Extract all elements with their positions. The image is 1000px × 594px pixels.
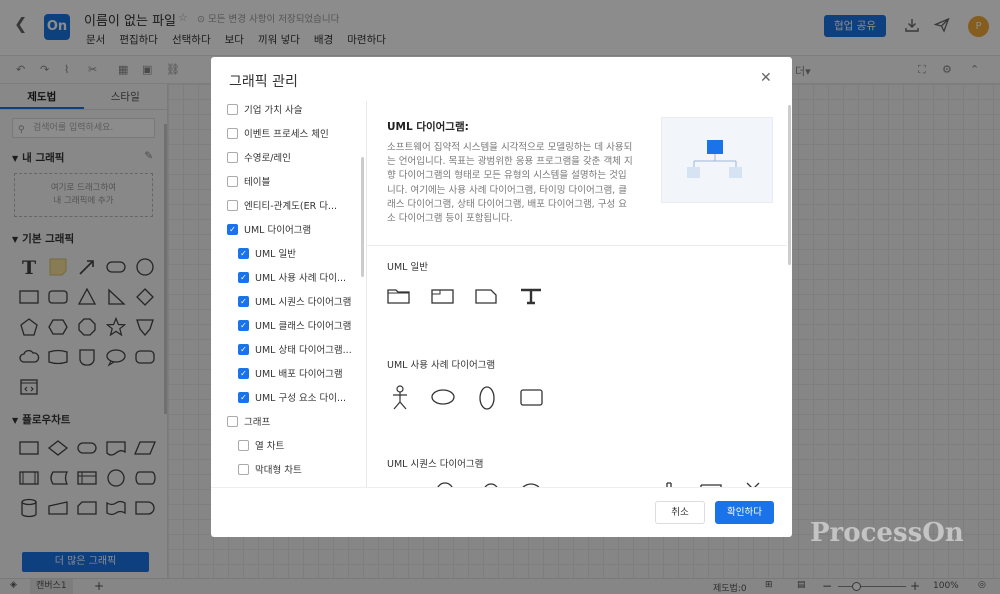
divider [367, 245, 787, 246]
library-subitem[interactable]: ✓ UML 사용 사례 다이... [238, 269, 346, 285]
checkbox[interactable] [238, 463, 249, 475]
library-subitem[interactable]: ✓ UML 클래스 다이어그램 [238, 317, 351, 333]
checkbox-checked[interactable]: ✓ [238, 271, 249, 283]
checkbox-checked[interactable]: ✓ [238, 295, 249, 307]
library-item[interactable]: ✓ UML 다이어그램 [227, 221, 311, 237]
library-item-label: 그래프 [244, 417, 271, 428]
library-description: 소프트웨어 집약적 시스템을 시각적으로 모델링하는 데 사용되는 언어입니다.… [387, 142, 633, 225]
dialog-footer: 취소 확인하다 [211, 487, 792, 537]
checkbox-checked[interactable]: ✓ [238, 247, 249, 259]
library-item-label: UML 구성 요소 다이... [255, 393, 347, 404]
library-item-label: 기업 가치 사슬 [244, 105, 303, 116]
checkbox[interactable] [227, 103, 238, 115]
dialog-title: 그래픽 관리 [229, 74, 298, 90]
text-icon [519, 287, 543, 308]
checkbox[interactable] [227, 151, 238, 163]
library-item-label: 막대형 차트 [255, 465, 302, 476]
library-item[interactable]: 테이블 [227, 173, 270, 189]
library-preview-title: UML 다이어그램: [387, 121, 469, 133]
section-uml-use-case: UML 사용 사례 다이어그램 [387, 360, 496, 371]
library-preview-panel: UML 다이어그램: 소프트웨어 집약적 시스템을 시각적으로 모델링하는 데 … [367, 101, 792, 487]
shape-library-list: 기업 가치 사슬 이벤트 프로세스 체인 수영로/레인 테이블 엔티티-관계도(… [211, 101, 367, 487]
shape-manager-dialog: 그래픽 관리 ✕ 기업 가치 사슬 이벤트 프로세스 체인 수영로/레인 테이블… [211, 57, 792, 537]
checkbox-checked[interactable]: ✓ [238, 367, 249, 379]
cancel-button[interactable]: 취소 [655, 501, 705, 524]
library-item-label: 열 차트 [255, 441, 285, 452]
library-item-label: UML 다이어그램 [244, 225, 312, 236]
library-subitem[interactable]: ✓ UML 일반 [238, 245, 296, 261]
processon-watermark: ProcessOn [810, 518, 964, 548]
uml-package-icon [431, 287, 455, 308]
confirm-button[interactable]: 확인하다 [715, 501, 774, 524]
checkbox[interactable] [227, 415, 238, 427]
library-item-label: 테이블 [244, 177, 271, 188]
checkbox-checked[interactable]: ✓ [227, 223, 238, 235]
checkbox[interactable] [238, 439, 249, 451]
library-item[interactable]: 수영로/레인 [227, 149, 291, 165]
uml-diagram-thumbnail [661, 117, 773, 203]
checkbox[interactable] [227, 127, 238, 139]
library-item[interactable]: 그래프 [227, 413, 270, 429]
checkbox[interactable] [227, 175, 238, 187]
package-icon [387, 287, 411, 308]
library-item-label: UML 클래스 다이어그램 [255, 321, 352, 332]
vertical-ellipse-icon [475, 385, 499, 414]
library-subitem[interactable]: ✓ UML 배포 다이어그램 [238, 365, 343, 381]
library-subitem[interactable]: ✓ UML 구성 요소 다이... [238, 389, 346, 405]
section-uml-sequence: UML 시퀀스 다이어그램 [387, 459, 484, 470]
library-item-label: UML 사용 사례 다이... [255, 273, 347, 284]
library-list-scrollbar[interactable] [361, 157, 364, 277]
library-item-label: 수영로/레인 [244, 153, 291, 164]
preview-scrollbar[interactable] [788, 105, 791, 265]
library-subitem[interactable]: 열 차트 [238, 437, 284, 453]
library-item[interactable]: 엔티티-관계도(ER 다... [227, 197, 337, 213]
library-subitem[interactable]: ✓ UML 시퀀스 다이어그램 [238, 293, 351, 309]
library-item-label: UML 일반 [255, 249, 296, 260]
checkbox-checked[interactable]: ✓ [238, 391, 249, 403]
library-item-label: UML 시퀀스 다이어그램 [255, 297, 352, 308]
note-icon [475, 287, 499, 308]
checkbox-checked[interactable]: ✓ [238, 319, 249, 331]
library-item-label: 엔티티-관계도(ER 다... [244, 201, 337, 212]
library-subitem[interactable]: ✓ UML 상태 다이어그램... [238, 341, 352, 357]
library-item-label: 이벤트 프로세스 체인 [244, 129, 329, 140]
checkbox-checked[interactable]: ✓ [238, 343, 249, 355]
system-boundary-icon [519, 385, 545, 414]
library-item[interactable]: 기업 가치 사슬 [227, 101, 302, 117]
checkbox[interactable] [227, 199, 238, 211]
section-uml-general: UML 일반 [387, 262, 428, 273]
library-item-label: UML 배포 다이어그램 [255, 369, 343, 380]
library-subitem[interactable]: 막대형 차트 [238, 461, 302, 477]
actor-icon [389, 385, 411, 414]
library-item[interactable]: 이벤트 프로세스 체인 [227, 125, 329, 141]
close-icon[interactable]: ✕ [760, 70, 772, 86]
use-case-icon [429, 385, 457, 414]
library-item-label: UML 상태 다이어그램... [255, 345, 352, 356]
